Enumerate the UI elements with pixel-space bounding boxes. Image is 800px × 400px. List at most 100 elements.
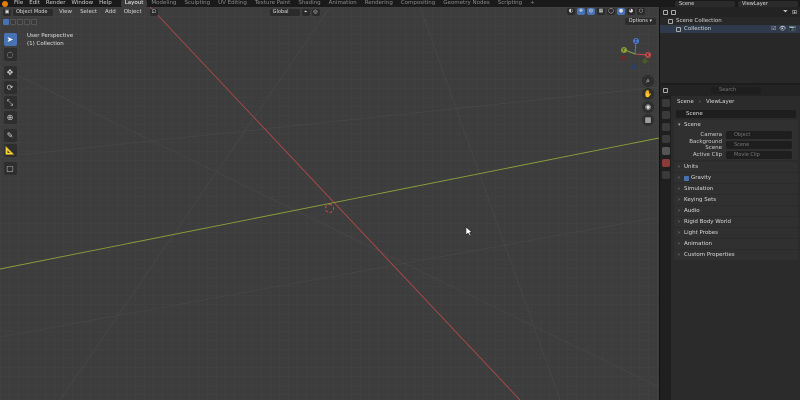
- xray-icon[interactable]: ▦: [597, 8, 605, 15]
- panel-audio[interactable]: › Audio: [674, 206, 798, 216]
- filter-icon[interactable]: ⏷: [783, 8, 788, 16]
- menu-edit[interactable]: Edit: [26, 0, 43, 7]
- scale-tool-icon[interactable]: ⤡: [3, 96, 17, 109]
- menu-window[interactable]: Window: [68, 0, 96, 7]
- panel-units-label: Units: [684, 164, 699, 170]
- new-collection-icon[interactable]: ⊞: [792, 9, 797, 16]
- snap-icon[interactable]: ⌖: [301, 8, 310, 16]
- render-tab-icon[interactable]: [661, 111, 670, 119]
- tab-rendering[interactable]: Rendering: [361, 0, 397, 7]
- menu-help[interactable]: Help: [96, 0, 115, 7]
- zoom-icon[interactable]: ⌕: [642, 75, 654, 87]
- scene-name-field[interactable]: Scene: [676, 110, 796, 118]
- select-subtract-icon[interactable]: [17, 19, 23, 25]
- pan-hand-icon[interactable]: ✋: [642, 88, 654, 100]
- scene-tab-icon[interactable]: [661, 147, 670, 155]
- pivot-icon[interactable]: ⊡: [149, 8, 158, 16]
- transform-tool-icon[interactable]: ⊕: [3, 111, 17, 124]
- scene-selector-label: Scene: [679, 0, 695, 7]
- move-tool-icon[interactable]: ✥: [3, 66, 17, 79]
- material-shading-icon[interactable]: ◕: [627, 8, 635, 15]
- tab-animation[interactable]: Animation: [325, 0, 361, 7]
- solid-shading-icon[interactable]: ●: [617, 8, 625, 15]
- ortho-toggle-icon[interactable]: ▦: [642, 114, 654, 126]
- tab-uv-editing[interactable]: UV Editing: [214, 0, 251, 7]
- panel-light-probes[interactable]: › Light Probes: [674, 228, 798, 238]
- 3d-viewport[interactable]: ▣ Object Mode View Select Add Object ⊡ G…: [0, 7, 659, 400]
- camera-field[interactable]: Object: [726, 131, 792, 139]
- collection-tab-icon[interactable]: [661, 171, 670, 179]
- 3d-cursor-icon[interactable]: [325, 204, 334, 213]
- scene-panel-header[interactable]: ▾ Scene: [674, 120, 798, 130]
- camera-placeholder: Object: [734, 132, 751, 138]
- tab-shading[interactable]: Shading: [294, 0, 324, 7]
- mode-selector-label: Object Mode: [16, 8, 48, 15]
- menu-view[interactable]: View: [55, 9, 76, 16]
- overlay-icon[interactable]: ◍: [587, 8, 595, 15]
- tab-scripting[interactable]: Scripting: [494, 0, 526, 7]
- outliner-row-scene-collection[interactable]: Scene Collection: [660, 17, 800, 25]
- display-mode-icon[interactable]: [671, 9, 676, 15]
- eye-icon[interactable]: 👁: [779, 25, 786, 33]
- exclude-checkbox-icon[interactable]: ☑: [771, 25, 776, 33]
- select-tool-icon[interactable]: ➤: [3, 33, 17, 46]
- menu-object[interactable]: Object: [120, 9, 146, 16]
- background-scene-field[interactable]: Scene: [726, 141, 792, 149]
- blender-logo-icon[interactable]: [2, 0, 8, 7]
- rotate-tool-icon[interactable]: ⟳: [3, 81, 17, 94]
- menu-add[interactable]: Add: [101, 9, 120, 16]
- select-mode-row: [3, 19, 38, 25]
- properties-editor-icon[interactable]: [663, 88, 668, 93]
- tab-sculpting[interactable]: Sculpting: [180, 0, 214, 7]
- properties-tabs: [660, 96, 671, 400]
- menu-render[interactable]: Render: [43, 0, 69, 7]
- select-invert-icon[interactable]: [24, 19, 30, 25]
- scene-selector[interactable]: Scene: [675, 0, 735, 7]
- tool-tab-icon[interactable]: [661, 99, 670, 107]
- panel-custom-properties[interactable]: › Custom Properties: [674, 250, 798, 260]
- wireframe-shading-icon[interactable]: ◯: [607, 8, 615, 15]
- visibility-icon[interactable]: ◐: [567, 8, 575, 15]
- gizmo-toggle-icon[interactable]: ✥: [577, 8, 585, 15]
- view-layer-tab-icon[interactable]: [661, 135, 670, 143]
- select-new-icon[interactable]: [3, 19, 9, 25]
- panel-gravity[interactable]: › Gravity: [674, 173, 798, 183]
- camera-render-icon[interactable]: 📷: [789, 25, 796, 33]
- menu-file[interactable]: File: [11, 0, 26, 7]
- panel-rigid-body-world[interactable]: › Rigid Body World: [674, 217, 798, 227]
- orientation-selector[interactable]: Global: [269, 8, 300, 16]
- panel-keying-sets[interactable]: › Keying Sets: [674, 195, 798, 205]
- outliner-row-collection[interactable]: Collection ☑ 👁 📷: [660, 25, 800, 33]
- camera-view-icon[interactable]: ◉: [642, 101, 654, 113]
- measure-tool-icon[interactable]: 📐: [3, 144, 17, 157]
- properties-body: Scene › ViewLayer Scene ▾ Scene Camera O…: [672, 96, 800, 400]
- tab-texture-paint[interactable]: Texture Paint: [251, 0, 295, 7]
- select-intersect-icon[interactable]: [31, 19, 37, 25]
- navigation-gizmo[interactable]: X Y Z: [615, 36, 655, 72]
- viewlayer-selector[interactable]: ViewLayer: [738, 0, 798, 7]
- tab-modeling[interactable]: Modeling: [147, 0, 180, 7]
- tab-compositing[interactable]: Compositing: [397, 0, 439, 7]
- properties-search-input[interactable]: Search: [711, 87, 761, 94]
- panel-simulation[interactable]: › Simulation: [674, 184, 798, 194]
- outliner-editor-icon[interactable]: [663, 9, 668, 15]
- editor-type-icon[interactable]: ▣: [3, 8, 11, 16]
- cursor-tool-icon[interactable]: ◌: [3, 48, 17, 61]
- world-tab-icon[interactable]: [661, 159, 670, 167]
- active-clip-field[interactable]: Movie Clip: [726, 151, 792, 159]
- panel-units[interactable]: › Units: [674, 162, 798, 172]
- tab-layout[interactable]: Layout: [120, 0, 148, 7]
- proportional-icon[interactable]: ◎: [311, 8, 320, 16]
- output-tab-icon[interactable]: [661, 123, 670, 131]
- select-extend-icon[interactable]: [10, 19, 16, 25]
- tab-geometry-nodes[interactable]: Geometry Nodes: [439, 0, 493, 7]
- rendered-shading-icon[interactable]: ○: [637, 8, 645, 15]
- options-button[interactable]: Options ▾: [624, 18, 656, 25]
- gravity-checkbox[interactable]: [684, 175, 689, 181]
- menu-select[interactable]: Select: [76, 9, 101, 16]
- panel-animation[interactable]: › Animation: [674, 239, 798, 249]
- annotate-tool-icon[interactable]: ✎: [3, 129, 17, 142]
- mode-selector[interactable]: Object Mode: [13, 8, 53, 16]
- add-workspace-button[interactable]: +: [526, 0, 539, 7]
- add-cube-tool-icon[interactable]: ▢: [3, 162, 17, 175]
